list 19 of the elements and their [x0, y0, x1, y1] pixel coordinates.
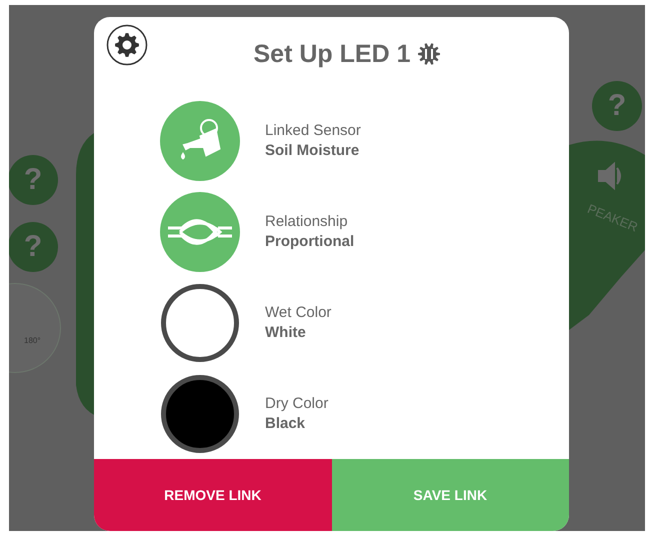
remove-link-button[interactable]: REMOVE LINK — [94, 459, 332, 531]
help-button[interactable]: ? — [592, 81, 642, 131]
help-button[interactable]: ? — [9, 222, 58, 272]
help-button[interactable]: ? — [9, 155, 58, 205]
settings-icon[interactable] — [106, 24, 148, 66]
dialog-title: Set Up LED 1 — [254, 40, 410, 68]
row-label: Dry Color — [265, 395, 328, 412]
row-value: Proportional — [265, 233, 354, 250]
row-value: Black — [265, 415, 306, 432]
row-label: Linked Sensor — [265, 122, 361, 139]
color-swatch[interactable] — [160, 374, 240, 454]
gear-icon — [417, 42, 442, 66]
save-link-button[interactable]: SAVE LINK — [332, 459, 569, 531]
row-label: Relationship — [265, 213, 349, 230]
row-label: Wet Color — [265, 304, 332, 321]
color-swatch[interactable] — [160, 282, 240, 362]
speaker-icon — [598, 163, 621, 189]
row-value: White — [265, 324, 307, 341]
row-value: Soil Moisture — [265, 142, 360, 159]
